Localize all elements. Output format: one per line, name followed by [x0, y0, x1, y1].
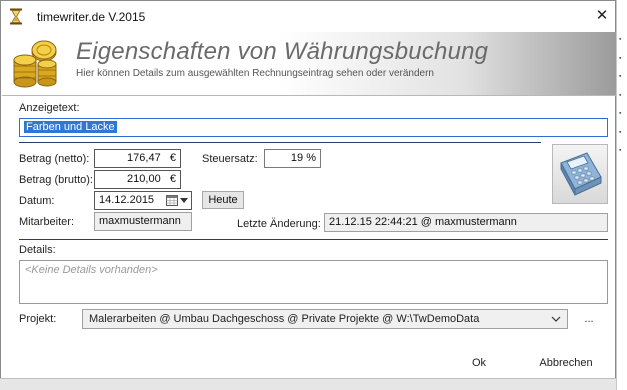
currency-symbol: €	[169, 152, 176, 164]
betrag-netto-label: Betrag (netto):	[19, 153, 90, 165]
datum-label: Datum:	[19, 195, 55, 207]
details-placeholder: <Keine Details vorhanden>	[25, 264, 158, 276]
currency-symbol: €	[169, 173, 176, 185]
close-button[interactable]: ✕	[590, 6, 614, 26]
betrag-brutto-value: 210,00	[127, 173, 161, 185]
betrag-netto-value: 176,47	[127, 152, 161, 164]
chevron-down-icon	[551, 316, 561, 322]
mitarbeiter-label: Mitarbeiter:	[19, 216, 75, 228]
cancel-button[interactable]: Abbrechen	[533, 357, 599, 369]
close-icon: ✕	[595, 7, 609, 24]
coins-icon	[13, 40, 57, 88]
steuersatz-input[interactable]: 19 %	[264, 149, 321, 168]
window-title: timewriter.de V.2015	[37, 10, 146, 24]
anzeigetext-value: Farben und Lacke	[24, 121, 117, 133]
projekt-value: Malerarbeiten @ Umbau Dachgeschoss @ Pri…	[89, 313, 480, 325]
calculator-icon	[560, 152, 602, 196]
steuersatz-label: Steuersatz:	[202, 153, 258, 165]
letzte-aenderung-label: Letzte Änderung:	[237, 218, 321, 230]
projekt-label: Projekt:	[19, 313, 57, 325]
background-window-edge: ▪ ▪ ▪ ▪ ▪ ▪ ▪	[616, 0, 627, 390]
section-divider-bottom	[19, 239, 608, 240]
mitarbeiter-value: maxmustermann	[99, 215, 181, 227]
projekt-browse-button[interactable]: ...	[579, 313, 599, 325]
mitarbeiter-field: maxmustermann	[94, 212, 192, 231]
datum-picker[interactable]: 14.12.2015	[94, 191, 192, 210]
anzeigetext-input[interactable]: Farben und Lacke	[19, 118, 608, 137]
letzte-aenderung-field: 21.12.15 22:44:21 @ maxmustermann	[324, 213, 608, 232]
banner-subtitle: Hier können Details zum ausgewählten Rec…	[76, 68, 434, 79]
hourglass-icon	[10, 8, 22, 25]
datum-value: 14.12.2015	[99, 194, 155, 206]
heute-button[interactable]: Heute	[202, 191, 244, 209]
betrag-brutto-label: Betrag (brutto):	[19, 174, 93, 186]
calculator-button[interactable]	[552, 144, 608, 204]
header-banner: Eigenschaften von Währungsbuchung Hier k…	[2, 32, 616, 95]
section-divider-top	[19, 142, 541, 143]
title-bar: timewriter.de V.2015 ✕	[1, 1, 615, 32]
ok-button[interactable]: Ok	[456, 357, 502, 369]
steuersatz-value: 19 %	[290, 152, 316, 164]
chevron-down-icon[interactable]	[180, 198, 188, 203]
anzeigetext-label: Anzeigetext:	[19, 102, 80, 114]
letzte-aenderung-value: 21.12.15 22:44:21 @ maxmustermann	[329, 216, 517, 228]
background-window-edge-bottom	[0, 378, 616, 390]
details-textarea[interactable]: <Keine Details vorhanden>	[19, 260, 608, 304]
calendar-icon[interactable]	[166, 195, 178, 206]
projekt-select[interactable]: Malerarbeiten @ Umbau Dachgeschoss @ Pri…	[82, 309, 568, 329]
banner-divider	[2, 95, 616, 96]
betrag-netto-input[interactable]: 176,47 €	[94, 149, 181, 168]
dialog-window: timewriter.de V.2015 ✕ Eigenschaften von…	[0, 0, 616, 390]
details-label: Details:	[19, 244, 56, 256]
betrag-brutto-input[interactable]: 210,00 €	[94, 170, 181, 189]
banner-title: Eigenschaften von Währungsbuchung	[76, 38, 489, 65]
